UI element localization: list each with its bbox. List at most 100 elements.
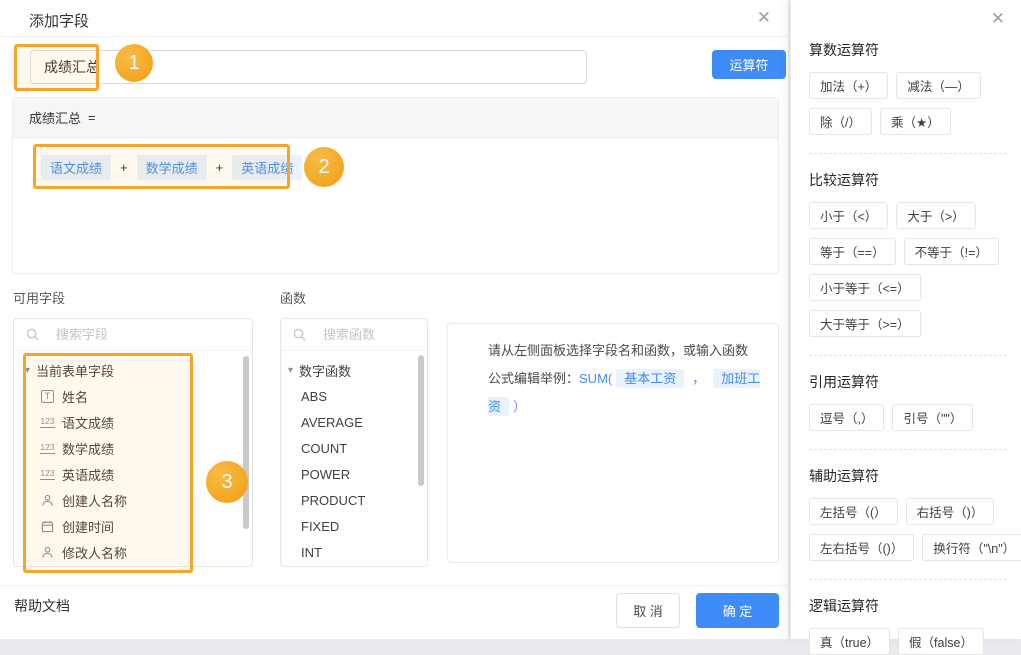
divider (809, 355, 1007, 356)
section-title-reference: 引用运算符 (809, 372, 1009, 392)
search-icon (291, 328, 308, 341)
section-title-comparison: 比较运算符 (809, 170, 1009, 190)
functions-search-row (281, 319, 427, 351)
operator-toggle-button[interactable]: 运算符 (712, 50, 786, 79)
function-item[interactable]: ABS (281, 383, 427, 409)
confirm-button[interactable]: 确 定 (696, 593, 779, 628)
section-title-arithmetic: 算数运算符 (809, 40, 1009, 60)
hint-line1: 请从左侧面板选择字段名和函数，或输入函数 (488, 337, 762, 365)
functions-scrollbar[interactable] (418, 355, 424, 486)
section-title-auxiliary: 辅助运算符 (809, 466, 1009, 486)
op-true-button[interactable]: 真（true） (809, 628, 890, 655)
example-token: 基本工资 (616, 369, 684, 388)
field-item-label: 姓名 (62, 387, 88, 406)
function-item[interactable]: PRODUCT (281, 487, 427, 513)
chevron-down-icon: ▾ (25, 365, 30, 376)
op-greater-than-button[interactable]: 大于（>） (896, 202, 975, 229)
footer-divider (0, 585, 788, 586)
op-false-button[interactable]: 假（false） (898, 628, 984, 655)
fields-scrollbar[interactable] (243, 356, 249, 529)
chevron-down-icon: ▾ (288, 365, 293, 376)
close-paren: ） (513, 399, 526, 414)
add-field-dialog: 添加字段 ✕ 运算符 成绩汇总 = 语文成绩 + 数学成绩 + 英语成绩 可用字… (0, 0, 788, 639)
op-equal-button[interactable]: 等于（==） (809, 238, 896, 265)
example-comma: ， (692, 371, 705, 386)
cancel-button[interactable]: 取 消 (616, 593, 680, 628)
op-quote-button[interactable]: 引号（""） (892, 404, 973, 431)
field-item[interactable]: 123 语文成绩 (14, 409, 252, 435)
person-icon (39, 546, 56, 559)
field-item-label: 英语成绩 (62, 465, 114, 484)
formula-input-area[interactable]: 语文成绩 + 数学成绩 + 英语成绩 (13, 138, 778, 180)
field-name-input[interactable] (30, 50, 587, 84)
field-item[interactable]: 创建人名称 (14, 487, 252, 513)
functions-tree: ▾ 数字函数 ABS AVERAGE COUNT POWER PRODUCT F… (281, 351, 427, 565)
function-item[interactable]: COUNT (281, 435, 427, 461)
hint-panel: 请从左侧面板选择字段名和函数，或输入函数 公式编辑举例：SUM(基本工资，加班工… (447, 323, 779, 563)
section-title-logic: 逻辑运算符 (809, 596, 1009, 616)
functions-label: 函数 (280, 288, 306, 307)
search-icon (24, 328, 41, 341)
op-newline-button[interactable]: 换行符（"\n"） (922, 534, 1021, 561)
field-item[interactable]: 修改人名称 (14, 539, 252, 565)
functions-search-input[interactable] (321, 326, 417, 343)
fields-search-row (14, 319, 252, 351)
fields-list-panel: ▾ 当前表单字段 T 姓名 123 语文成绩 123 数学成绩 123 英语成绩 (13, 318, 253, 567)
number-field-icon: 123 (39, 468, 56, 480)
field-item[interactable]: 创建时间 (14, 513, 252, 539)
fields-search-input[interactable] (54, 326, 242, 343)
fields-tree: ▾ 当前表单字段 T 姓名 123 语文成绩 123 数学成绩 123 英语成绩 (14, 351, 252, 565)
op-left-paren-button[interactable]: 左括号（(） (809, 498, 898, 525)
field-item[interactable]: 123 英语成绩 (14, 461, 252, 487)
field-item-label: 修改人名称 (62, 543, 127, 562)
close-icon[interactable]: ✕ (991, 10, 1005, 27)
hint-line2: 公式编辑举例：SUM(基本工资，加班工资） (488, 365, 762, 421)
open-paren: ( (608, 371, 612, 386)
functions-list-panel: ▾ 数字函数 ABS AVERAGE COUNT POWER PRODUCT F… (280, 318, 428, 567)
divider (809, 153, 1007, 154)
op-less-than-button[interactable]: 小于（<） (809, 202, 888, 229)
formula-token[interactable]: 英语成绩 (232, 155, 302, 180)
function-item[interactable]: FIXED (281, 513, 427, 539)
field-item[interactable]: T 姓名 (14, 383, 252, 409)
function-item[interactable]: INT (281, 539, 427, 565)
divider (809, 579, 1007, 580)
operator-side-panel: ✕ 算数运算符 加法（+） 减法（—） 除（/） 乘（★） 比较运算符 小于（<… (790, 0, 1021, 639)
field-item-label: 语文成绩 (62, 413, 114, 432)
functions-group-row[interactable]: ▾ 数字函数 (281, 357, 427, 383)
field-item[interactable]: 123 数学成绩 (14, 435, 252, 461)
field-item-label: 数学成绩 (62, 439, 114, 458)
fields-group-row[interactable]: ▾ 当前表单字段 (14, 357, 252, 383)
op-not-equal-button[interactable]: 不等于（!=） (904, 238, 999, 265)
op-subtract-button[interactable]: 减法（—） (896, 72, 981, 99)
help-doc-link[interactable]: 帮助文档 (14, 596, 70, 616)
fields-group-label: 当前表单字段 (36, 361, 114, 380)
op-paren-pair-button[interactable]: 左右括号（()） (809, 534, 914, 561)
op-add-button[interactable]: 加法（+） (809, 72, 888, 99)
op-less-equal-button[interactable]: 小于等于（<=） (809, 274, 921, 301)
close-icon[interactable]: ✕ (757, 9, 771, 26)
op-right-paren-button[interactable]: 右括号（)） (906, 498, 995, 525)
divider (809, 449, 1007, 450)
formula-token[interactable]: 语文成绩 (41, 155, 111, 180)
functions-group-label: 数字函数 (299, 361, 351, 380)
plus-operator: + (216, 160, 224, 175)
calendar-icon (39, 520, 56, 533)
field-item-label: 创建时间 (62, 517, 114, 536)
op-divide-button[interactable]: 除（/） (809, 108, 872, 135)
person-icon (39, 494, 56, 507)
function-item[interactable]: POWER (281, 461, 427, 487)
equals-sign: = (88, 110, 96, 125)
available-fields-label: 可用字段 (13, 288, 65, 307)
formula-token[interactable]: 数学成绩 (137, 155, 207, 180)
formula-lhs-label: 成绩汇总 (29, 108, 81, 127)
number-field-icon: 123 (39, 416, 56, 428)
op-greater-equal-button[interactable]: 大于等于（>=） (809, 310, 921, 337)
op-comma-button[interactable]: 逗号（,） (809, 404, 884, 431)
function-item[interactable]: AVERAGE (281, 409, 427, 435)
op-multiply-button[interactable]: 乘（★） (880, 108, 951, 135)
formula-header: 成绩汇总 = (13, 98, 778, 138)
hint-example-label: 公式编辑举例： (488, 371, 579, 386)
formula-editor: 成绩汇总 = 语文成绩 + 数学成绩 + 英语成绩 (12, 97, 779, 274)
plus-operator: + (120, 160, 128, 175)
